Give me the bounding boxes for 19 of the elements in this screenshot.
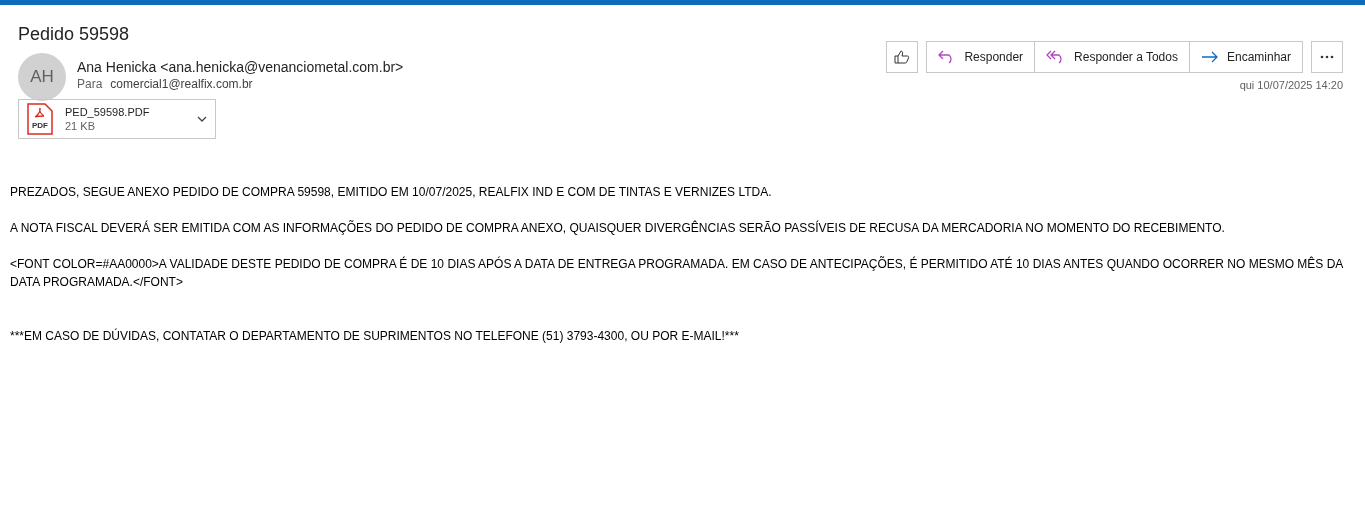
chevron-down-icon[interactable]	[197, 116, 207, 122]
attachment-card[interactable]: PDF PED_59598.PDF 21 KB	[18, 99, 216, 139]
body-paragraph: A NOTA FISCAL DEVERÁ SER EMITIDA COM AS INFORMAÇÕES DO PEDIDO DE COMPRA ANEXO, QUAISQUER DIVERGÊNCIAS SERÃO PASSÍVEIS DE RECUSA DA MERCADORIA NO MOMENTO DO RECEBIMENTO.	[10, 219, 1226, 237]
attachment-size: 21 KB	[65, 120, 96, 132]
body-paragraph: <FONT COLOR=#AA0000>A VALIDADE DESTE PEDIDO DE COMPRA É DE 10 DIAS APÓS A DATA DE ENTREGA PROGRAMADA. EM CASO DE ANTECIPAÇÕES, É PERMITIDO ATÉ 10 DIAS ANTES QUANDO OCORRER NO MESMO MÊS DA DATA PROGRAMADA.</FONT>	[10, 255, 1344, 291]
more-icon	[1320, 55, 1334, 59]
sender: Ana Henicka <ana.henicka@venanciometal.com.br>	[77, 59, 405, 75]
message-subject: Pedido 59598	[18, 24, 131, 45]
forward-arrow-icon	[1200, 50, 1219, 64]
like-button[interactable]	[886, 41, 919, 73]
pdf-label: PDF	[32, 121, 48, 130]
thumbs-up-icon	[894, 49, 911, 65]
recipient: comercial1@realfix.com.br	[110, 77, 253, 91]
attachment-name: PED_59598.PDF	[65, 106, 151, 118]
to-label: Para	[77, 77, 103, 91]
message-date: qui 10/07/2025 14:20	[1239, 79, 1343, 91]
body-paragraph: PREZADOS, SEGUE ANEXO PEDIDO DE COMPRA 59598, EMITIDO EM 10/07/2025, REALFIX IND E COM DE TINTAS E VERNIZES LTDA.	[10, 184, 773, 201]
avatar: AH	[18, 53, 66, 101]
body-paragraph: ***EM CASO DE DÚVIDAS, CONTATAR O DEPARTAMENTO DE SUPRIMENTOS NO TELEFONE (51) 3793-4300, OU POR E-MAIL!***	[10, 327, 740, 345]
